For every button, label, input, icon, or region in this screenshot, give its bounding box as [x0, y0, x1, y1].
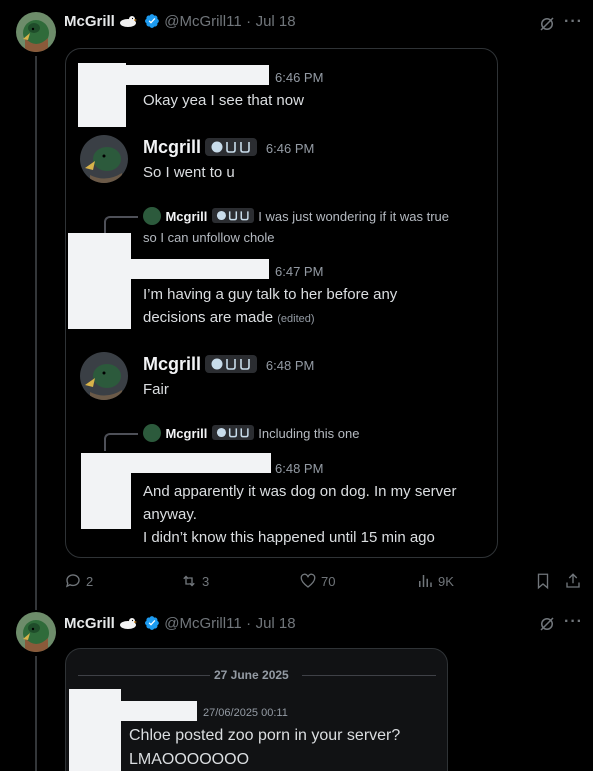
- message-time: 6:47 PM: [275, 264, 324, 279]
- reply-count: 2: [86, 573, 94, 589]
- analytics-icon: [419, 575, 432, 587]
- message-text: anyway.: [143, 506, 197, 523]
- message-time: 6:46 PM: [275, 70, 324, 85]
- reply-avatar: [143, 207, 161, 225]
- reply-avatar: [143, 424, 161, 442]
- message-text: And apparently it was dog on dog. In my …: [143, 483, 457, 500]
- attached-image[interactable]: 27 June 2025 27/06/2025 00:11 Chloe post…: [65, 648, 448, 771]
- message-line: decisions are made (edited): [143, 306, 315, 331]
- message-text: I’m having a guy talk to her before any: [143, 286, 398, 303]
- reply-button[interactable]: 2: [64, 572, 93, 590]
- dot-separator: ·: [246, 13, 252, 30]
- message-time: 6:48 PM: [265, 358, 315, 373]
- reply-username: Mcgrill: [165, 209, 208, 224]
- repost-count: 3: [202, 573, 210, 589]
- message-text: I didn’t know this happened until 15 min…: [143, 529, 435, 546]
- views-button[interactable]: 9K: [416, 572, 454, 590]
- server-tag: [211, 425, 254, 440]
- share-icon[interactable]: [564, 572, 582, 595]
- reply-text: Including this one: [258, 426, 360, 441]
- dot-separator: ·: [246, 615, 252, 632]
- message-time: 6:46 PM: [265, 141, 315, 156]
- message-header: Mcgrill 6:48 PM: [143, 354, 314, 375]
- like-button[interactable]: 70: [299, 572, 335, 590]
- author-handle[interactable]: @McGrill11: [164, 615, 241, 632]
- author-handle[interactable]: @McGrill11: [164, 13, 241, 30]
- avatar: [80, 135, 128, 183]
- more-options-icon[interactable]: ···: [564, 13, 583, 31]
- message-text: So I went to u: [143, 164, 235, 181]
- repost-button[interactable]: 3: [180, 572, 209, 590]
- duck-emoji-icon: [119, 616, 138, 630]
- reply-icon: [65, 574, 80, 588]
- tweet-header: McGrill @McGrill11 · Jul 18: [64, 13, 296, 31]
- avatar: [80, 352, 128, 400]
- author-name[interactable]: McGrill: [64, 13, 115, 30]
- server-tag: [205, 138, 258, 156]
- reply-connector: [104, 433, 138, 451]
- message-text: LMAOOOOOOO: [129, 751, 250, 768]
- reply-preview: Mcgrill I was just wondering if it was t…: [143, 207, 449, 226]
- reply-connector: [104, 216, 138, 234]
- tweet-header: McGrill @McGrill11 · Jul 18: [64, 615, 296, 633]
- message-time: 27/06/2025 00:11: [203, 707, 288, 719]
- message-text: Okay yea I see that now: [143, 92, 304, 109]
- date-divider-line: [302, 675, 436, 676]
- message-header: Mcgrill 6:46 PM: [143, 137, 314, 158]
- message-time: 6:48 PM: [275, 461, 324, 476]
- grok-icon[interactable]: [538, 15, 556, 38]
- server-tag: [205, 355, 258, 373]
- reply-username: Mcgrill: [165, 426, 208, 441]
- tweet-date[interactable]: Jul 18: [256, 13, 296, 30]
- message-text: decisions are made: [143, 309, 274, 326]
- thread-connector: [35, 56, 37, 610]
- avatar[interactable]: [16, 612, 56, 652]
- avatar[interactable]: [16, 12, 56, 52]
- view-count: 9K: [438, 573, 454, 589]
- verified-badge-icon: [144, 616, 159, 630]
- author-name[interactable]: McGrill: [64, 615, 115, 632]
- redacted-username: [103, 453, 271, 473]
- attached-image[interactable]: 6:46 PM Okay yea I see that now Mcgrill …: [65, 48, 498, 558]
- bookmark-icon[interactable]: [534, 572, 552, 595]
- like-count: 70: [321, 573, 336, 589]
- grok-icon[interactable]: [538, 615, 556, 638]
- redacted-username: [121, 701, 197, 721]
- thread-connector: [35, 656, 37, 771]
- redacted-username: [99, 259, 269, 279]
- reply-text: so I can unfollow chole: [143, 230, 275, 245]
- more-options-icon[interactable]: ···: [564, 613, 583, 631]
- redacted-avatar: [69, 689, 121, 771]
- verified-badge-icon: [144, 14, 159, 28]
- date-divider: 27 June 2025: [214, 668, 289, 682]
- server-tag: [211, 208, 254, 223]
- heart-icon: [300, 573, 316, 588]
- reply-text: I was just wondering if it was true: [258, 209, 450, 224]
- reply-preview: Mcgrill Including this one: [143, 424, 359, 443]
- redacted-avatar: [68, 233, 131, 329]
- date-divider-line: [78, 675, 210, 676]
- message-text: Fair: [143, 381, 169, 398]
- redacted-username: [101, 65, 269, 85]
- tweet-date[interactable]: Jul 18: [256, 615, 296, 632]
- repost-icon: [183, 575, 195, 587]
- edited-label: (edited): [277, 313, 315, 325]
- username: Mcgrill: [143, 137, 202, 157]
- username: Mcgrill: [143, 354, 202, 374]
- duck-emoji-icon: [119, 14, 138, 28]
- message-text: Chloe posted zoo porn in your server?: [129, 727, 401, 744]
